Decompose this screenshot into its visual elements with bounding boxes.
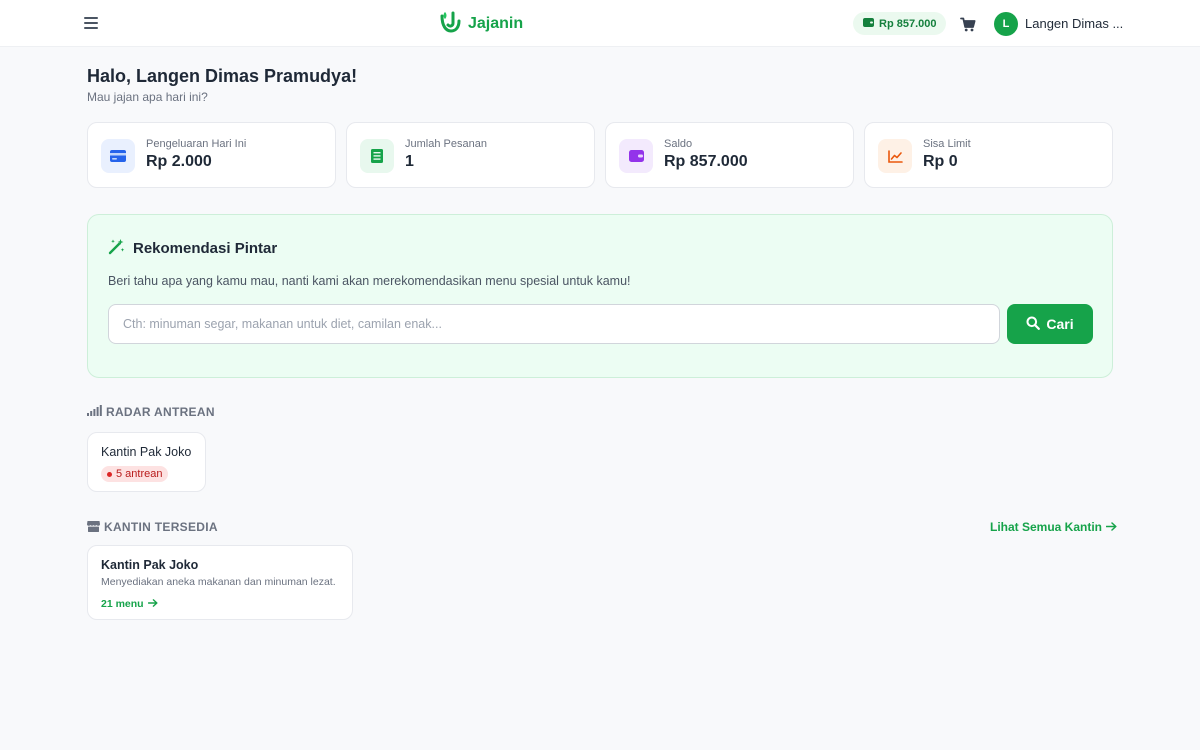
red-dot-icon xyxy=(107,471,112,477)
wallet-icon xyxy=(863,17,874,30)
canteens-title: KANTIN TERSEDIA xyxy=(104,520,218,534)
queue-count-badge: 5 antrean xyxy=(101,466,169,482)
top-navbar: Jajanin Rp 857.000 L Langen Dimas ... xyxy=(0,0,1200,47)
stat-card-balance: Saldo Rp 857.000 xyxy=(605,122,854,188)
user-menu[interactable]: L Langen Dimas ... xyxy=(994,11,1123,36)
arrow-right-icon xyxy=(147,598,158,610)
search-icon xyxy=(1026,316,1041,333)
balance-amount: Rp 857.000 xyxy=(879,17,937,30)
wallet-icon xyxy=(619,139,653,173)
canteen-menu-link[interactable]: 21 menu xyxy=(101,597,158,611)
search-button-label: Cari xyxy=(1046,316,1074,332)
canteen-card[interactable]: Kantin Pak Joko Menyediakan aneka makana… xyxy=(87,545,353,620)
menu-count: 21 menu xyxy=(101,598,144,610)
magic-wand-icon xyxy=(108,238,125,259)
reco-description: Beri tahu apa yang kamu mau, nanti kami … xyxy=(108,274,631,288)
stat-label: Saldo xyxy=(664,138,693,150)
brand-name: Jajanin xyxy=(468,15,524,32)
recommendation-search-input[interactable] xyxy=(108,304,1000,344)
receipt-icon xyxy=(360,139,394,173)
queue-canteen-name: Kantin Pak Joko xyxy=(101,445,192,459)
stat-card-orders: Jumlah Pesanan 1 xyxy=(346,122,595,188)
reco-title: Rekomendasi Pintar xyxy=(108,238,277,258)
brand-logo[interactable]: Jajanin xyxy=(439,10,523,38)
stat-label: Jumlah Pesanan xyxy=(405,138,487,150)
queue-radar-title: RADAR ANTREAN xyxy=(106,405,215,419)
page-title: Halo, Langen Dimas Pramudya! xyxy=(87,66,358,86)
credit-card-icon xyxy=(101,139,135,173)
arrow-right-icon xyxy=(1105,520,1117,534)
queue-radar-heading: RADAR ANTREAN xyxy=(87,404,215,420)
canteen-description: Menyediakan aneka makanan dan minuman le… xyxy=(101,576,336,588)
hamburger-menu-icon[interactable] xyxy=(80,12,102,34)
cart-icon[interactable] xyxy=(957,13,979,35)
signal-bars-icon xyxy=(87,405,102,419)
avatar: L xyxy=(994,11,1018,36)
store-icon xyxy=(87,520,100,535)
see-all-label: Lihat Semua Kantin xyxy=(990,520,1103,534)
see-all-canteens-link[interactable]: Lihat Semua Kantin xyxy=(990,519,1117,535)
search-button[interactable]: Cari xyxy=(1007,304,1093,344)
balance-badge[interactable]: Rp 857.000 xyxy=(853,12,947,35)
stat-value: 1 xyxy=(405,153,414,170)
canteens-heading: KANTIN TERSEDIA xyxy=(87,519,218,535)
user-name: Langen Dimas ... xyxy=(1025,16,1124,31)
reco-title-text: Rekomendasi Pintar xyxy=(133,239,278,257)
canteen-name: Kantin Pak Joko xyxy=(101,558,199,572)
stat-label: Pengeluaran Hari Ini xyxy=(146,138,247,150)
stat-card-limit: Sisa Limit Rp 0 xyxy=(864,122,1113,188)
stat-card-spending: Pengeluaran Hari Ini Rp 2.000 xyxy=(87,122,336,188)
trend-chart-icon xyxy=(878,139,912,173)
queue-card[interactable]: Kantin Pak Joko 5 antrean xyxy=(87,432,206,492)
smart-recommendation-panel: Rekomendasi Pintar Beri tahu apa yang ka… xyxy=(87,214,1113,378)
stat-value: Rp 857.000 xyxy=(664,153,748,170)
stat-label: Sisa Limit xyxy=(923,138,971,150)
stat-value: Rp 0 xyxy=(923,153,958,170)
page-subtitle: Mau jajan apa hari ini? xyxy=(87,90,208,104)
stat-value: Rp 2.000 xyxy=(146,153,212,170)
queue-count-text: 5 antrean xyxy=(116,468,163,480)
jajanin-logo-icon xyxy=(439,10,461,39)
